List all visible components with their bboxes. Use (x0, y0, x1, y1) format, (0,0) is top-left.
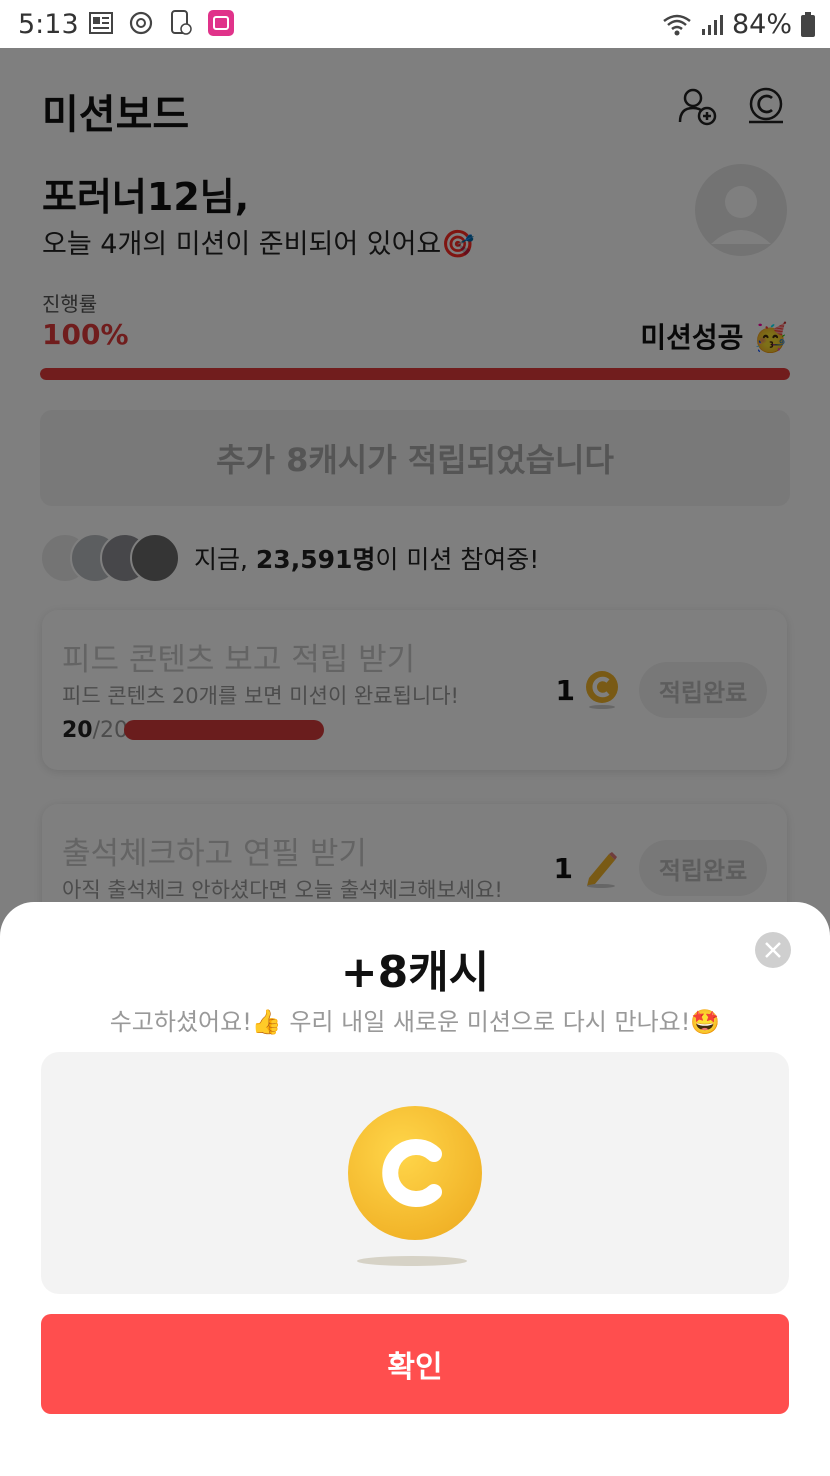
wifi-icon (663, 14, 691, 35)
reward-modal: +8캐시 수고하셨어요!👍 우리 내일 새로운 미션으로 다시 만나요!🤩 확인 (0, 902, 830, 1476)
status-right: 84% (662, 9, 816, 40)
coin-shadow (357, 1256, 467, 1266)
phone-check-icon (168, 10, 194, 36)
modal-subtitle: 수고하셨어요!👍 우리 내일 새로운 미션으로 다시 만나요!🤩 (109, 1008, 721, 1036)
close-icon (765, 942, 781, 958)
cash-coin-icon (348, 1106, 482, 1240)
status-time: 5:13 (18, 9, 79, 40)
app-badge-icon (128, 10, 154, 36)
modal-title: +8캐시 (340, 947, 490, 998)
status-bar: 5:13 84% (0, 0, 830, 48)
battery-percent: 84% (731, 9, 792, 40)
notification-icons (88, 10, 234, 36)
battery-icon (801, 11, 815, 37)
app-notification-icon (208, 10, 234, 36)
signal-icon (701, 14, 723, 35)
reward-illustration (41, 1052, 789, 1294)
confirm-button[interactable]: 확인 (41, 1314, 789, 1414)
close-button[interactable] (755, 932, 791, 968)
news-icon (88, 10, 114, 36)
